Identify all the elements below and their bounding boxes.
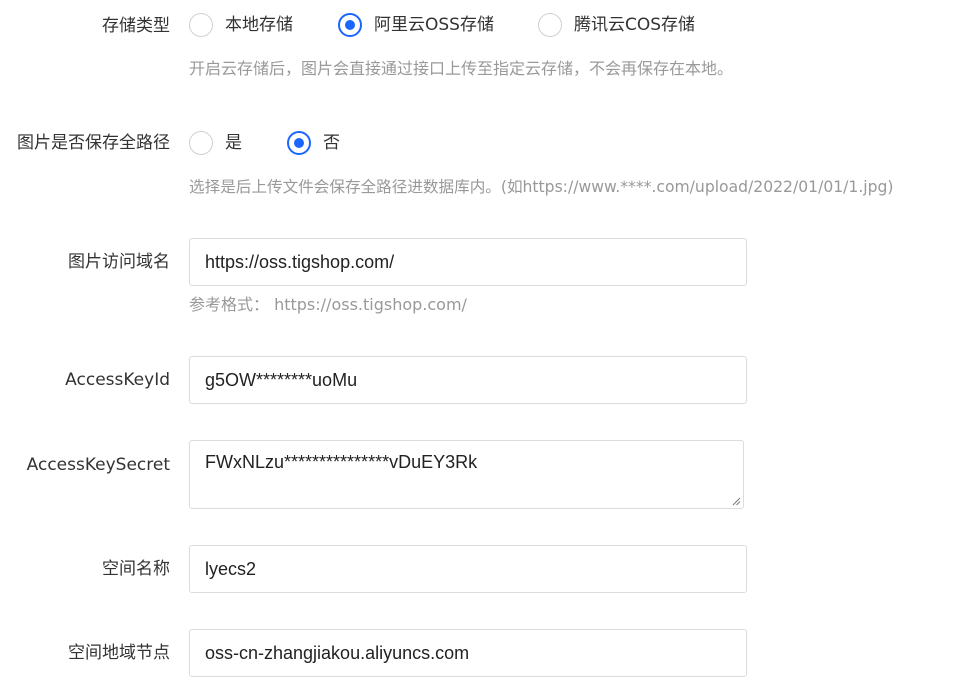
region-label: 空间地域节点 <box>68 643 170 663</box>
radio-checked-icon <box>338 13 362 37</box>
access-key-secret-label: AccessKeySecret <box>26 455 170 475</box>
radio-circle-icon <box>189 131 213 155</box>
radio-checked-icon <box>287 131 311 155</box>
resize-handle-icon[interactable] <box>731 496 741 506</box>
storage-type-hint: 开启云存储后，图片会直接通过接口上传至指定云存储，不会再保存在本地。 <box>189 59 734 78</box>
bucket-label: 空间名称 <box>102 559 170 579</box>
full-path-label: 图片是否保存全路径 <box>17 133 170 153</box>
radio-full-path-yes[interactable]: 是 <box>189 131 242 155</box>
domain-input[interactable]: https://oss.tigshop.com/ <box>189 238 747 286</box>
region-input[interactable]: oss-cn-zhangjiakou.aliyuncs.com <box>189 629 747 677</box>
access-key-secret-value: FWxNLzu***************vDuEY3Rk <box>205 452 478 472</box>
oss-settings-form: 存储类型 本地存储 阿里云OSS存储 腾讯云COS存储 开启云存储后，图片会直接… <box>0 0 964 691</box>
domain-hint: 参考格式： https://oss.tigshop.com/ <box>189 295 467 314</box>
full-path-radio-group: 是 否 <box>189 131 340 155</box>
radio-label: 阿里云OSS存储 <box>374 15 494 35</box>
radio-circle-icon <box>537 13 562 37</box>
storage-type-radio-group: 本地存储 阿里云OSS存储 腾讯云COS存储 <box>189 13 695 37</box>
radio-circle-icon <box>189 13 213 37</box>
storage-type-label: 存储类型 <box>102 16 170 36</box>
radio-full-path-no[interactable]: 否 <box>287 131 340 155</box>
radio-local-storage[interactable]: 本地存储 <box>189 13 293 37</box>
domain-label: 图片访问域名 <box>68 252 170 272</box>
radio-label: 是 <box>225 133 242 153</box>
bucket-input[interactable]: lyecs2 <box>189 545 747 593</box>
radio-label: 本地存储 <box>225 15 293 35</box>
access-key-secret-textarea[interactable]: FWxNLzu***************vDuEY3Rk <box>189 440 744 509</box>
radio-aliyun-oss[interactable]: 阿里云OSS存储 <box>338 13 494 37</box>
radio-tencent-cos[interactable]: 腾讯云COS存储 <box>537 13 696 37</box>
radio-label: 腾讯云COS存储 <box>573 15 696 35</box>
radio-label: 否 <box>323 133 340 153</box>
full-path-hint: 选择是后上传文件会保存全路径进数据库内。(如https://www.****.c… <box>189 178 894 196</box>
access-key-id-label: AccessKeyId <box>65 370 170 390</box>
access-key-id-input[interactable]: g5OW********uoMu <box>189 356 747 404</box>
